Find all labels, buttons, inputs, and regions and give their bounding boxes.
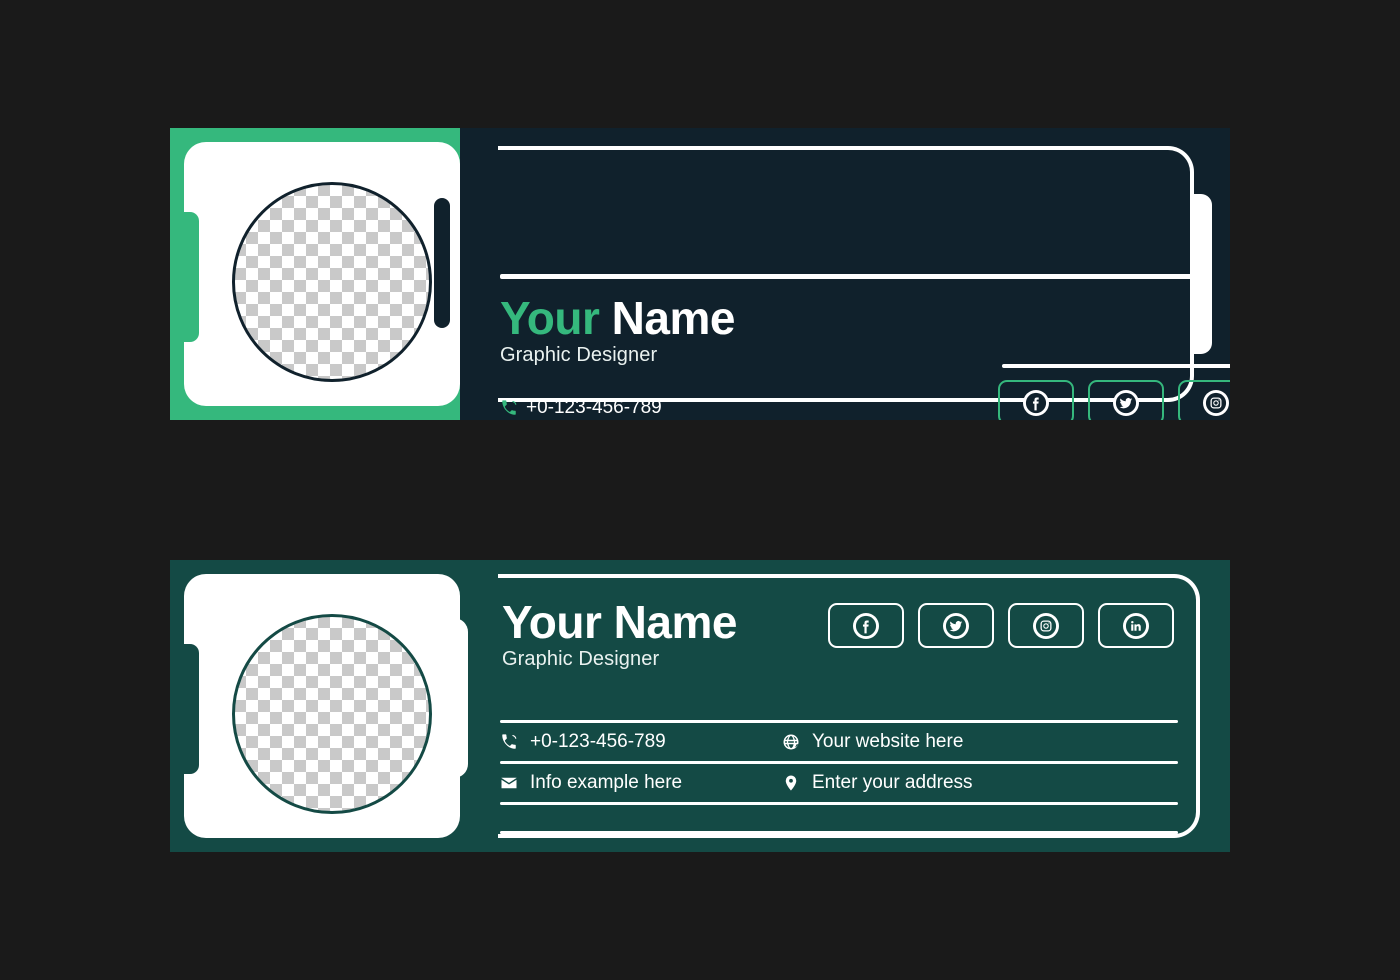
- contact-list: +0-123-456-789 Info example here Your we…: [500, 394, 687, 420]
- name-block: Your Name Graphic Designer: [500, 294, 735, 367]
- contact-text: +0-123-456-789: [526, 396, 662, 418]
- instagram-icon: [1203, 389, 1229, 416]
- social-button-facebook[interactable]: [828, 603, 904, 648]
- contact-text: Your website here: [812, 731, 964, 752]
- social-links: [828, 603, 1174, 648]
- contact-row-1: +0-123-456-789 Your website here: [500, 723, 1178, 761]
- envelope-icon: [500, 774, 530, 792]
- job-title: Graphic Designer: [500, 343, 658, 366]
- social-button-twitter[interactable]: [918, 603, 994, 648]
- name-last: Name: [613, 596, 738, 648]
- avatar-placeholder[interactable]: [234, 184, 430, 380]
- facebook-icon: [1023, 389, 1049, 416]
- contact-text: Info example here: [530, 772, 683, 793]
- name-block: Your Name Graphic Designer: [502, 598, 737, 671]
- social-button-facebook[interactable]: [998, 380, 1074, 420]
- white-photo-panel: [183, 142, 460, 406]
- contact-row-phone[interactable]: +0-123-456-789: [500, 394, 687, 420]
- white-photo-panel: [183, 574, 460, 838]
- contact-cell-phone[interactable]: +0-123-456-789: [500, 731, 782, 753]
- social-button-instagram[interactable]: [1008, 603, 1084, 648]
- page-title: Your Name: [502, 598, 737, 647]
- contact-cell-email[interactable]: Info example here: [500, 772, 782, 794]
- phone-icon: [500, 733, 530, 751]
- panel-left-notch: [183, 644, 199, 774]
- panel-right-tab: [434, 198, 450, 328]
- job-title: Graphic Designer: [502, 647, 660, 670]
- location-pin-icon: [782, 774, 812, 792]
- divider-line-top: [500, 274, 1212, 279]
- phone-icon: [500, 399, 526, 417]
- email-signature-card-dark: Your Name Graphic Designer +0-123-456-78…: [170, 128, 1230, 420]
- email-signature-card-teal: Your Name Graphic Designer +0-123-456-78…: [170, 560, 1230, 852]
- globe-icon: [782, 733, 812, 751]
- instagram-icon: [1033, 612, 1059, 639]
- avatar-placeholder[interactable]: [234, 616, 430, 812]
- social-links: [998, 380, 1230, 420]
- name-last: Name: [611, 292, 736, 344]
- panel-left-notch: [183, 212, 199, 342]
- linkedin-icon: [1123, 612, 1149, 639]
- contact-cell-website[interactable]: Your website here: [782, 731, 1082, 753]
- photo-zone: [170, 128, 460, 420]
- photo-zone: [170, 560, 468, 852]
- contact-grid: +0-123-456-789 Your website here Info ex…: [500, 720, 1178, 834]
- contact-text: Enter your address: [812, 772, 973, 793]
- page-title: Your Name: [500, 294, 735, 343]
- social-button-linkedin[interactable]: [1098, 603, 1174, 648]
- twitter-icon: [1113, 389, 1139, 416]
- contact-row-2: Info example here Enter your address: [500, 764, 1178, 802]
- contact-divider-tail: [500, 831, 1178, 834]
- contact-cell-address[interactable]: Enter your address: [782, 772, 1082, 794]
- name-first: Your: [500, 292, 600, 344]
- facebook-icon: [853, 612, 879, 639]
- name-first: Your: [502, 596, 602, 648]
- contact-text: +0-123-456-789: [530, 731, 666, 752]
- twitter-icon: [943, 612, 969, 639]
- contact-divider: [500, 802, 1178, 805]
- social-divider-top: [1002, 364, 1230, 368]
- social-button-instagram[interactable]: [1178, 380, 1230, 420]
- social-button-twitter[interactable]: [1088, 380, 1164, 420]
